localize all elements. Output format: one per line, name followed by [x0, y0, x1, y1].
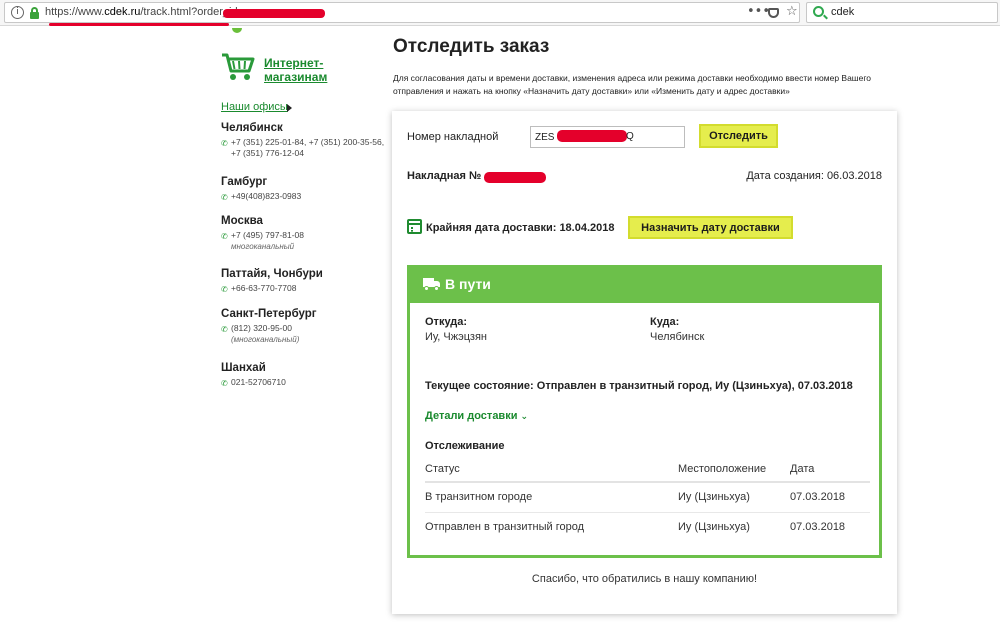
office-phone: ✆ +7 (351) 225-01-84, +7 (351) 200-35-56,… — [221, 137, 385, 158]
waybill-input-redaction — [557, 130, 627, 142]
info-icon[interactable]: i — [11, 6, 24, 19]
lock-icon[interactable] — [30, 7, 39, 19]
calendar-icon — [407, 219, 422, 234]
cell-status: Отправлен в транзитный город — [425, 521, 585, 534]
tracking-title: Отслеживание — [425, 440, 505, 452]
col-header-status: Статус — [425, 456, 678, 483]
search-input[interactable]: cdek — [831, 6, 854, 18]
office-note: многоканальный — [231, 242, 295, 251]
tracking-card: Номер накладной Q Отследить Накладная № … — [392, 111, 897, 614]
office-city: Санкт-Петербург — [221, 308, 317, 320]
url-underline-mark — [49, 23, 229, 26]
office-city: Гамбург — [221, 176, 268, 188]
track-button[interactable]: Отследить — [701, 126, 776, 146]
current-state: Текущее состояние: Отправлен в транзитны… — [425, 380, 853, 392]
table-header-row: Статус Местоположение Дата — [425, 456, 870, 483]
office-note: (многоканальный) — [231, 335, 300, 344]
office-city: Паттайя, Чонбури — [221, 268, 323, 280]
creation-date-value: 06.03.2018 — [826, 170, 882, 182]
phone-icon: ✆ — [221, 325, 228, 334]
url-prefix: https://www. — [45, 6, 105, 18]
phone-icon: ✆ — [221, 193, 228, 202]
triangle-right-icon[interactable] — [287, 104, 292, 112]
destination-value: Челябинск — [650, 331, 705, 343]
origin-label: Откуда: — [425, 316, 468, 328]
office-phone: ✆ 021-52706710 — [221, 377, 286, 388]
cell-location: Иу (Цзиньхуа) — [678, 521, 750, 534]
cell-date: 07.03.2018 — [790, 521, 846, 534]
office-hamburg: Гамбург ✆ +49(408)823-0983 — [221, 175, 391, 202]
office-saint-petersburg: Санкт-Петербург ✆ (812) 320-95-00 (многок… — [221, 307, 391, 345]
table-row: В транзитном городе Иу (Цзиньхуа) 07.03.… — [425, 482, 870, 513]
delivery-details-label: Детали доставки — [425, 410, 518, 422]
truck-icon — [423, 278, 441, 291]
more-actions-icon[interactable]: ••• — [747, 4, 770, 19]
address-bar[interactable]: i https://www.cdek.ru/track.html?order_i… — [4, 2, 800, 26]
office-pattaya: Паттайя, Чонбури ✆ +66-63-770-7708 — [221, 267, 391, 294]
phone-icon: ✆ — [221, 232, 228, 241]
shopping-cart-icon[interactable] — [221, 52, 255, 82]
waybill-number-label: Накладная № — [407, 170, 482, 182]
online-stores-link[interactable]: Интернет-магазинам — [264, 56, 344, 84]
shipment-status-panel: В пути Откуда: Иу, Чжэцзян Куда: Челябин… — [407, 265, 882, 558]
office-moscow: Москва ✆ +7 (495) 797-81-08 многоканальны… — [221, 214, 391, 252]
thanks-message: Спасибо, что обратились в нашу компанию! — [531, 573, 758, 585]
creation-date-label: Дата создания: — [746, 170, 824, 182]
waybill-number-redaction — [484, 172, 546, 183]
url-text[interactable]: https://www.cdek.ru/track.html?order_id= — [45, 6, 244, 18]
delivery-deadline: Крайняя дата доставки: 18.04.2018 — [426, 222, 615, 234]
office-city: Челябинск — [221, 122, 283, 134]
office-chelyabinsk: Челябинск ✆ +7 (351) 225-01-84, +7 (351) … — [221, 121, 391, 159]
tracking-table: Статус Местоположение Дата В транзитном … — [425, 456, 870, 542]
cell-date: 07.03.2018 — [790, 482, 870, 513]
search-icon — [813, 6, 824, 17]
url-host: cdek.ru — [104, 6, 141, 18]
destination-label: Куда: — [650, 316, 680, 328]
delivery-details-link[interactable]: Детали доставки ⌄ — [425, 410, 528, 422]
office-city: Москва — [221, 215, 263, 227]
chevron-down-icon: ⌄ — [520, 412, 529, 422]
col-header-location: Местоположение — [678, 456, 790, 483]
waybill-label: Номер накладной — [407, 131, 499, 143]
table-row: Отправлен в транзитный город Иу (Цзиньху… — [425, 512, 870, 542]
office-phone: ✆ +7 (495) 797-81-08 — [221, 230, 305, 241]
office-phone: ✆ +49(408)823-0983 — [221, 191, 302, 202]
phone-icon: ✆ — [221, 285, 228, 294]
url-redaction — [223, 9, 325, 18]
pocket-icon[interactable] — [768, 8, 779, 18]
page-title: Отследить заказ — [393, 36, 550, 57]
phone-icon: ✆ — [221, 139, 228, 148]
origin-value: Иу, Чжэцзян — [425, 331, 487, 343]
our-offices-link[interactable]: Наши офисы — [221, 101, 288, 113]
office-city: Шанхай — [221, 362, 266, 374]
status-title: В пути — [445, 276, 491, 292]
cell-status: В транзитном городе — [425, 482, 678, 513]
creation-date: Дата создания: 06.03.2018 — [746, 170, 882, 182]
intro-text: Для согласования даты и времени доставки… — [393, 73, 871, 96]
office-phone: ✆ +66-63-770-7708 — [221, 283, 297, 294]
search-bar[interactable]: cdek — [806, 2, 998, 23]
waybill-input-tail: Q — [626, 131, 634, 142]
logo-sprout-icon — [232, 28, 242, 33]
office-phone: ✆ (812) 320-95-00 — [221, 323, 292, 334]
office-shanghai: Шанхай ✆ 021-52706710 — [221, 361, 391, 388]
browser-toolbar: i https://www.cdek.ru/track.html?order_i… — [0, 0, 1000, 26]
schedule-delivery-button[interactable]: Назначить дату доставки — [630, 218, 791, 237]
phone-icon: ✆ — [221, 379, 228, 388]
col-header-date: Дата — [790, 456, 870, 483]
status-header: В пути — [407, 265, 882, 303]
bookmark-star-icon[interactable]: ☆ — [786, 4, 798, 19]
cell-location: Иу (Цзиньхуа) — [678, 482, 790, 513]
